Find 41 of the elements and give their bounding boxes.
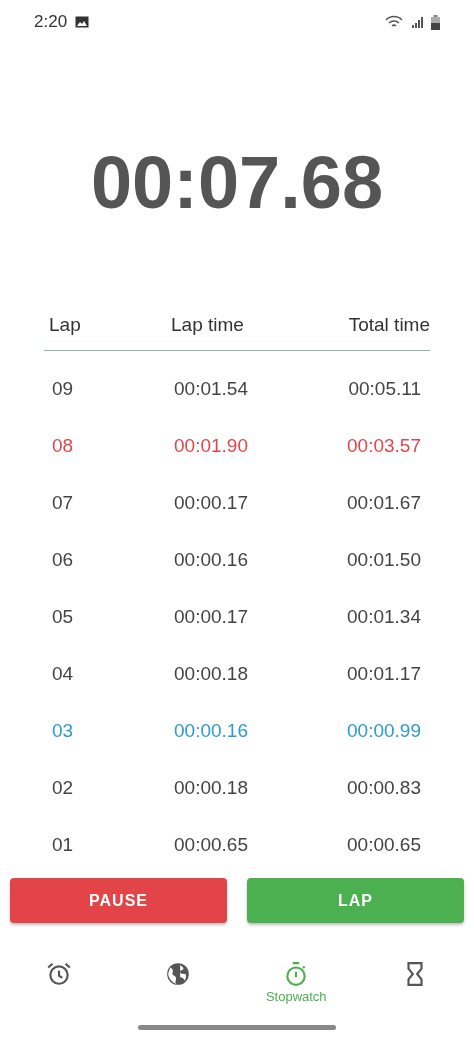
battery-icon — [431, 14, 440, 30]
lap-button[interactable]: LAP — [247, 878, 464, 923]
wifi-icon — [385, 15, 403, 29]
total-time: 00:00.65 — [347, 833, 421, 856]
total-time: 00:03.57 — [347, 434, 421, 457]
lap-number: 09 — [52, 377, 75, 400]
lap-number: 03 — [52, 719, 75, 742]
lap-time: 00:01.54 — [174, 377, 249, 400]
total-time: 00:05.11 — [348, 377, 421, 400]
lap-time: 00:01.90 — [174, 434, 249, 457]
alarm-clock-icon — [46, 961, 73, 987]
globe-icon — [164, 961, 191, 987]
lap-time: 00:00.17 — [174, 491, 249, 514]
pause-button[interactable]: PAUSE — [10, 878, 227, 923]
lap-number: 05 — [52, 605, 75, 628]
lap-time: 00:00.65 — [174, 833, 249, 856]
lap-number: 07 — [52, 491, 75, 514]
lap-number: 02 — [52, 776, 75, 799]
column-header: Lap time — [171, 314, 245, 336]
column-header: Lap — [49, 314, 82, 336]
nav-tab[interactable]: Stopwatch — [237, 957, 356, 1017]
signal-icon — [411, 16, 423, 28]
total-time: 00:01.67 — [347, 491, 421, 514]
image-icon — [75, 16, 90, 28]
lap-time: 00:00.16 — [174, 548, 249, 571]
column-header: Total time — [348, 314, 430, 336]
lap-number: 08 — [52, 434, 75, 457]
total-time: 00:00.83 — [347, 776, 421, 799]
lap-number: 06 — [52, 548, 75, 571]
lap-number: 01 — [52, 833, 75, 856]
lap-time: 00:00.18 — [174, 662, 249, 685]
lap-time: 00:00.18 — [174, 776, 249, 799]
total-time: 00:01.34 — [347, 605, 421, 628]
total-time: 00:01.50 — [347, 548, 421, 571]
lap-time: 00:00.17 — [174, 605, 249, 628]
lap-number: 04 — [52, 662, 75, 685]
total-time: 00:00.99 — [347, 719, 421, 742]
elapsed-time: 00:07.68 — [89, 139, 385, 226]
lap-time: 00:00.16 — [174, 719, 249, 742]
status-time: 2:20 — [34, 12, 68, 32]
total-time: 00:01.17 — [347, 662, 421, 685]
